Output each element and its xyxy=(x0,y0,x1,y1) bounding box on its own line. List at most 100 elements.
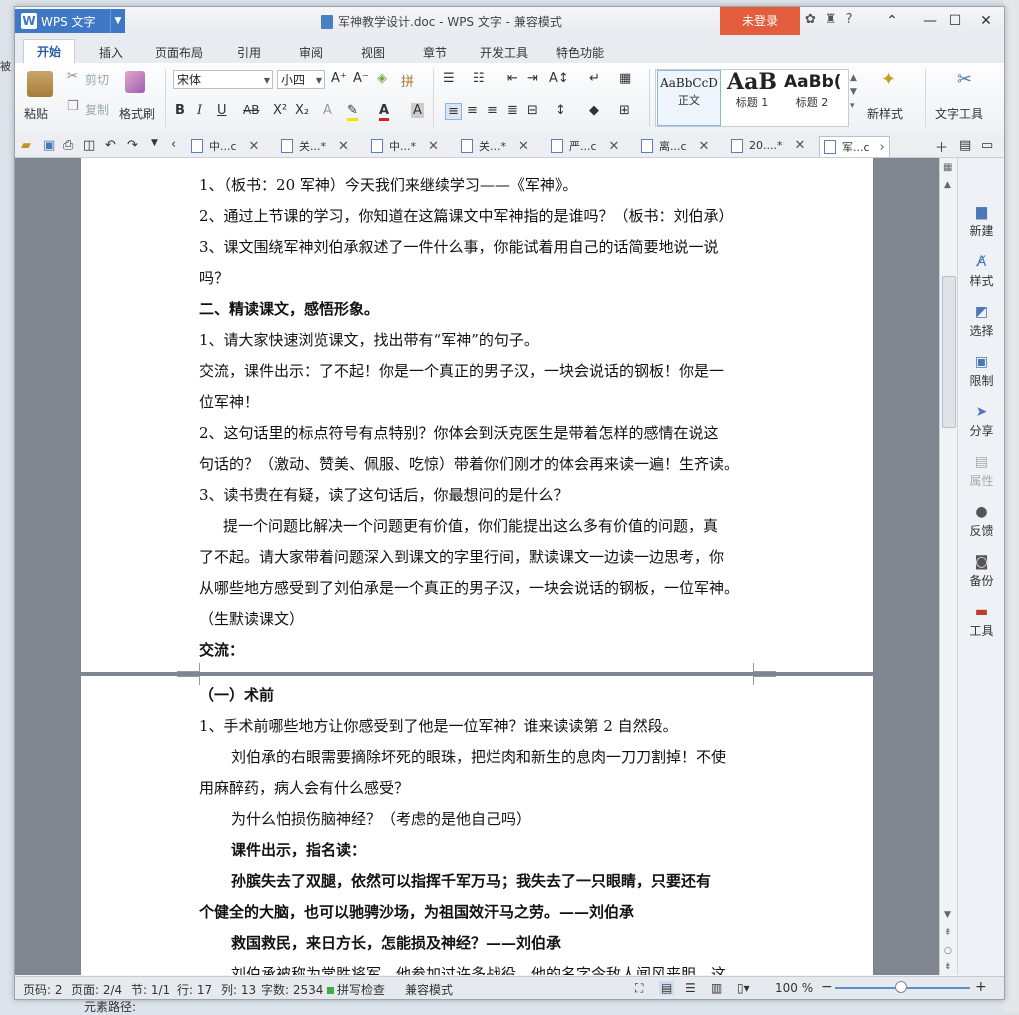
sidebar-item-restrict[interactable]: ▣ 限制 xyxy=(958,354,1004,389)
font-color-icon[interactable]: A xyxy=(379,103,390,121)
cut-button[interactable]: 剪切 xyxy=(85,71,109,88)
sidebar-item-select[interactable]: ◩ 选择 xyxy=(958,304,1004,339)
tab-page-layout[interactable]: 页面布局 xyxy=(151,41,207,64)
close-icon[interactable]: ✕ xyxy=(249,139,260,154)
sidebar-item-properties[interactable]: ▤ 属性 xyxy=(958,454,1004,489)
minimize-button[interactable]: — xyxy=(919,11,941,31)
tab-home[interactable]: 开始 xyxy=(23,39,75,66)
skin-icon[interactable]: ✿ xyxy=(805,12,816,27)
doc-tab[interactable]: 关...* ✕ xyxy=(281,138,349,154)
bullet-list-icon[interactable]: ☰ xyxy=(443,71,455,86)
doc-tab[interactable]: 离...c ✕ xyxy=(641,138,709,154)
sidebar-item-style[interactable]: A̸ 样式 xyxy=(958,254,1004,289)
doc-tab[interactable]: 20....* ✕ xyxy=(731,138,805,153)
status-page-number[interactable]: 页码: 2 xyxy=(23,981,63,998)
style-scroll-arrows[interactable]: ▲ ▼ ▾ xyxy=(850,71,857,113)
new-style-icon[interactable]: ✦ xyxy=(881,69,896,90)
shirt-icon[interactable]: ♜ xyxy=(825,12,837,27)
wps-app-menu-button[interactable]: W WPS 文字 ▼ xyxy=(15,9,125,33)
zoom-in-icon[interactable]: + xyxy=(975,979,987,995)
zoom-level[interactable]: 100 % xyxy=(775,981,813,995)
shading-bucket-icon[interactable]: ◆ xyxy=(589,103,599,118)
sidebar-item-tools[interactable]: ▬ 工具 xyxy=(958,604,1004,639)
tab-review[interactable]: 审阅 xyxy=(291,41,331,64)
paste-button[interactable]: 粘贴 xyxy=(24,105,48,122)
doc-tab-active[interactable]: 军...c › xyxy=(819,136,890,157)
tab-references[interactable]: 引用 xyxy=(229,41,269,64)
clear-format-icon[interactable]: ◈ xyxy=(377,71,387,86)
page-view-icon[interactable]: ▤ xyxy=(659,981,675,995)
paragraph-mark-icon[interactable]: ↵ xyxy=(589,71,600,86)
split-view-icon[interactable]: ▦ xyxy=(943,162,952,173)
tab-scroll-right-icon[interactable]: › xyxy=(880,140,885,155)
text-tools-icon[interactable]: ✂ xyxy=(957,69,972,90)
help-button[interactable]: ? xyxy=(846,12,853,27)
status-pages[interactable]: 页面: 2/4 xyxy=(71,981,122,998)
print-icon[interactable]: ⎙ xyxy=(63,138,73,153)
grow-font-icon[interactable]: A⁺ xyxy=(331,71,347,86)
collapse-ribbon-button[interactable]: ⌃ xyxy=(881,11,903,31)
sort-icon[interactable]: A↕ xyxy=(549,71,569,86)
new-tab-icon[interactable]: ＋ xyxy=(935,137,948,156)
border-icon[interactable]: ⊞ xyxy=(619,103,630,118)
tab-features[interactable]: 特色功能 xyxy=(551,41,609,64)
chevron-down-icon[interactable]: ▼ xyxy=(110,9,125,33)
close-icon[interactable]: ✕ xyxy=(428,139,439,154)
scroll-down-icon[interactable]: ▼ xyxy=(944,910,951,920)
copy-button[interactable]: 复制 xyxy=(85,101,109,118)
page-2[interactable]: （一）术前 1、手术前哪些地方让你感受到了他是一位军神？谁来读读第 2 自然段。… xyxy=(81,676,873,975)
table-icon[interactable]: ▦ xyxy=(619,71,631,86)
style-heading-1[interactable]: AaB 标题 1 xyxy=(722,70,782,124)
new-style-button[interactable]: 新样式 xyxy=(867,105,903,122)
text-tools-button[interactable]: 文字工具 xyxy=(935,105,983,122)
next-page-icon[interactable]: ⇟ xyxy=(944,962,952,972)
underline-icon[interactable]: U xyxy=(217,103,227,118)
print-preview-icon[interactable]: ◫ xyxy=(83,138,95,153)
font-size-select[interactable]: 小四 ▼ xyxy=(277,70,325,89)
line-spacing-icon[interactable]: ↕ xyxy=(555,103,566,118)
font-name-select[interactable]: 宋体 ▼ xyxy=(173,70,273,89)
close-window-icon[interactable]: ▭ xyxy=(981,138,993,153)
status-column[interactable]: 列: 13 xyxy=(221,981,256,998)
close-icon[interactable]: ✕ xyxy=(518,139,529,154)
status-row[interactable]: 行: 17 xyxy=(177,981,212,998)
web-view-icon[interactable]: ▥ xyxy=(711,981,722,995)
shrink-font-icon[interactable]: A⁻ xyxy=(353,71,369,86)
format-painter-icon[interactable] xyxy=(125,71,145,93)
scroll-up-icon[interactable]: ▲ xyxy=(944,180,951,190)
undo-icon[interactable]: ↶ xyxy=(105,138,116,153)
align-left-icon[interactable]: ≡ xyxy=(445,103,462,120)
tab-list-icon[interactable]: ▤ xyxy=(959,138,971,153)
close-button[interactable]: ✕ xyxy=(975,11,997,31)
sidebar-item-new[interactable]: ▆ 新建 xyxy=(958,204,1004,239)
text-effect-icon[interactable]: A xyxy=(323,103,332,118)
zoom-slider-knob[interactable] xyxy=(895,981,907,993)
copy-icon[interactable]: ❐ xyxy=(67,99,79,114)
pinyin-icon[interactable]: 拼 xyxy=(401,71,414,90)
browse-object-icon[interactable]: ○ xyxy=(944,946,952,956)
scissors-icon[interactable]: ✂ xyxy=(67,69,78,84)
close-icon[interactable]: ✕ xyxy=(794,138,805,153)
sidebar-item-share[interactable]: ➤ 分享 xyxy=(958,404,1004,439)
doc-tab[interactable]: 关...* ✕ xyxy=(461,138,529,154)
char-shading-icon[interactable]: A xyxy=(411,103,424,118)
align-center-icon[interactable]: ≡ xyxy=(467,103,478,118)
login-button[interactable]: 未登录 xyxy=(720,7,800,35)
scrollbar-thumb[interactable] xyxy=(942,276,956,428)
save-icon[interactable]: ▣ xyxy=(43,138,55,153)
close-icon[interactable]: ✕ xyxy=(609,139,620,154)
sidebar-item-feedback[interactable]: ● 反馈 xyxy=(958,504,1004,539)
page-1[interactable]: 1、（板书：20 军神）今天我们来继续学习——《军神》。 2、通过上节课的学习，… xyxy=(81,158,873,672)
outline-view-icon[interactable]: ☰ xyxy=(685,981,696,995)
distribute-icon[interactable]: ⊟ xyxy=(527,103,538,118)
format-painter-button[interactable]: 格式刷 xyxy=(119,105,155,122)
tab-view[interactable]: 视图 xyxy=(353,41,393,64)
sidebar-item-backup[interactable]: ◙ 备份 xyxy=(958,554,1004,589)
doc-tab[interactable]: 严...c ✕ xyxy=(551,138,619,154)
close-icon[interactable]: ✕ xyxy=(338,139,349,154)
align-right-icon[interactable]: ≡ xyxy=(487,103,498,118)
decrease-indent-icon[interactable]: ⇤ xyxy=(507,71,518,86)
status-word-count[interactable]: 字数: 2534 xyxy=(261,981,323,998)
focus-mode-icon[interactable]: ⛶ xyxy=(635,981,643,996)
tab-insert[interactable]: 插入 xyxy=(91,41,131,64)
